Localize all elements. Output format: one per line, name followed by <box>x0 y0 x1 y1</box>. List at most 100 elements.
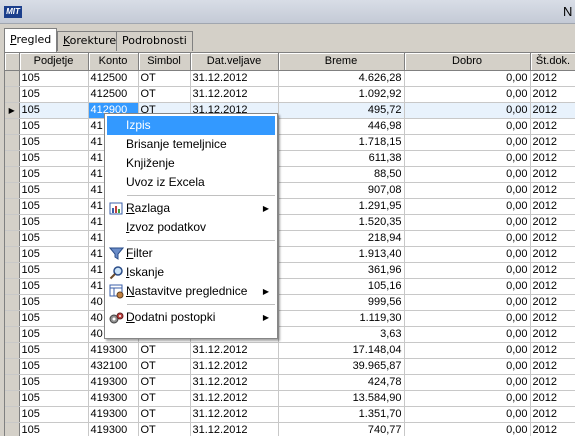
grid-cell[interactable]: 88,50 <box>278 166 405 183</box>
grid-cell[interactable]: 2012 <box>530 342 575 359</box>
grid-cell[interactable]: 218,94 <box>278 230 405 247</box>
grid-cell[interactable]: 0,00 <box>404 198 531 215</box>
grid-cell[interactable]: 105 <box>19 262 89 279</box>
table-row[interactable]: 105 41 1.291,95 0,00 2012 <box>5 198 575 215</box>
grid-cell[interactable]: OT <box>138 86 191 103</box>
row-indicator[interactable] <box>5 358 20 375</box>
grid-cell[interactable]: 412500 <box>88 70 139 87</box>
grid-cell[interactable]: 2012 <box>530 134 575 151</box>
row-indicator[interactable] <box>5 326 20 343</box>
grid-cell[interactable]: 424,78 <box>278 374 405 391</box>
grid-cell[interactable]: 2012 <box>530 262 575 279</box>
grid-cell[interactable]: OT <box>138 342 191 359</box>
grid-cell[interactable]: 0,00 <box>404 406 531 423</box>
grid-cell[interactable]: 31.12.2012 <box>190 406 279 423</box>
menu-item-izpis[interactable]: Izpis <box>107 116 275 135</box>
row-indicator[interactable] <box>5 246 20 263</box>
grid-cell[interactable]: 105 <box>19 86 89 103</box>
grid-cell[interactable]: 105 <box>19 294 89 311</box>
grid-cell[interactable]: 2012 <box>530 278 575 295</box>
row-indicator[interactable] <box>5 406 20 423</box>
row-indicator[interactable] <box>5 342 20 359</box>
current-row-arrow-icon[interactable]: ▶ <box>5 102 20 119</box>
grid-cell[interactable]: 0,00 <box>404 278 531 295</box>
table-row[interactable]: 105 412500 OT 31.12.2012 1.092,92 0,00 2012 <box>5 86 575 103</box>
table-row[interactable]: 105 419300 OT 31.12.2012 1.351,70 0,00 2012 <box>5 406 575 423</box>
grid-cell[interactable]: 105 <box>19 118 89 135</box>
grid-cell[interactable]: 0,00 <box>404 70 531 87</box>
grid-cell[interactable]: 2012 <box>530 294 575 311</box>
grid-cell[interactable]: 2012 <box>530 374 575 391</box>
grid-cell[interactable]: 446,98 <box>278 118 405 135</box>
menu-item-dodatni-postopki[interactable]: Dodatni postopki ▶ <box>107 308 275 327</box>
grid-cell[interactable]: 39.965,87 <box>278 358 405 375</box>
grid-cell[interactable]: 2012 <box>530 166 575 183</box>
row-indicator[interactable] <box>5 278 20 295</box>
grid-cell[interactable]: 419300 <box>88 374 139 391</box>
grid-cell[interactable]: 1.913,40 <box>278 246 405 263</box>
column-header-dat-veljave[interactable]: Dat.veljave <box>190 53 279 71</box>
grid-cell[interactable]: 105 <box>19 278 89 295</box>
table-row[interactable]: 105 41 907,08 0,00 2012 <box>5 182 575 199</box>
grid-cell[interactable]: 1.718,15 <box>278 134 405 151</box>
grid-cell[interactable]: 2012 <box>530 182 575 199</box>
grid-cell[interactable]: 105 <box>19 342 89 359</box>
table-row[interactable]: 105 419300 OT 31.12.2012 17.148,04 0,00 2012 <box>5 342 575 359</box>
table-row[interactable]: 105 41 446,98 0,00 2012 <box>5 118 575 135</box>
table-row[interactable]: 105 419300 OT 31.12.2012 13.584,90 0,00 2012 <box>5 390 575 407</box>
grid-cell[interactable]: OT <box>138 422 191 436</box>
row-indicator[interactable] <box>5 134 20 151</box>
grid-cell[interactable]: 0,00 <box>404 166 531 183</box>
grid-cell[interactable]: 0,00 <box>404 374 531 391</box>
grid-cell[interactable]: OT <box>138 358 191 375</box>
grid-cell[interactable]: 495,72 <box>278 102 405 119</box>
grid-cell[interactable]: 2012 <box>530 214 575 231</box>
grid-cell[interactable]: 0,00 <box>404 246 531 263</box>
row-indicator[interactable] <box>5 182 20 199</box>
table-row[interactable]: ▶ 105 412900 OT 31.12.2012 495,72 0,00 2012 <box>5 102 575 119</box>
grid-cell[interactable]: 105 <box>19 390 89 407</box>
grid-cell[interactable]: 31.12.2012 <box>190 390 279 407</box>
grid-cell[interactable]: 2012 <box>530 358 575 375</box>
grid-cell[interactable]: 13.584,90 <box>278 390 405 407</box>
data-grid[interactable]: Podjetje Konto Simbol Dat.veljave Breme … <box>4 52 575 436</box>
row-indicator[interactable] <box>5 294 20 311</box>
grid-cell[interactable]: 2012 <box>530 86 575 103</box>
grid-cell[interactable]: 999,56 <box>278 294 405 311</box>
row-indicator[interactable] <box>5 118 20 135</box>
grid-cell[interactable]: 1.520,35 <box>278 214 405 231</box>
grid-cell[interactable]: OT <box>138 390 191 407</box>
grid-cell[interactable]: 361,96 <box>278 262 405 279</box>
grid-cell[interactable]: 105 <box>19 134 89 151</box>
grid-cell[interactable]: 0,00 <box>404 342 531 359</box>
grid-cell[interactable]: 0,00 <box>404 294 531 311</box>
grid-cell[interactable]: 0,00 <box>404 182 531 199</box>
grid-cell[interactable]: 31.12.2012 <box>190 86 279 103</box>
table-row[interactable]: 105 41 1.718,15 0,00 2012 <box>5 134 575 151</box>
grid-cell[interactable]: 1.291,95 <box>278 198 405 215</box>
row-indicator[interactable] <box>5 198 20 215</box>
table-row[interactable]: 105 40 3,63 0,00 2012 <box>5 326 575 343</box>
grid-cell[interactable]: 105 <box>19 406 89 423</box>
grid-cell[interactable]: 105 <box>19 422 89 436</box>
menu-item-iskanje[interactable]: Iskanje <box>107 263 275 282</box>
table-row[interactable]: 105 41 361,96 0,00 2012 <box>5 262 575 279</box>
column-header-podjetje[interactable]: Podjetje <box>19 53 89 71</box>
grid-cell[interactable]: 105 <box>19 326 89 343</box>
table-row[interactable]: 105 412500 OT 31.12.2012 4.626,28 0,00 2012 <box>5 70 575 87</box>
column-header-simbol[interactable]: Simbol <box>138 53 191 71</box>
grid-cell[interactable]: 2012 <box>530 326 575 343</box>
table-row[interactable]: 105 41 88,50 0,00 2012 <box>5 166 575 183</box>
grid-cell[interactable]: 105 <box>19 102 89 119</box>
menu-item-brisanje-temeljnice[interactable]: Brisanje temeljnice <box>107 135 275 154</box>
row-indicator[interactable] <box>5 150 20 167</box>
grid-cell[interactable]: 0,00 <box>404 326 531 343</box>
table-row[interactable]: 105 40 1.119,30 0,00 2012 <box>5 310 575 327</box>
grid-cell[interactable]: 105 <box>19 150 89 167</box>
menu-item-filter[interactable]: Filter <box>107 244 275 263</box>
row-indicator[interactable] <box>5 390 20 407</box>
grid-cell[interactable]: 2012 <box>530 310 575 327</box>
table-row[interactable]: 105 419300 OT 31.12.2012 740,77 0,00 2012 <box>5 422 575 436</box>
grid-cell[interactable]: 105,16 <box>278 278 405 295</box>
grid-cell[interactable]: 740,77 <box>278 422 405 436</box>
